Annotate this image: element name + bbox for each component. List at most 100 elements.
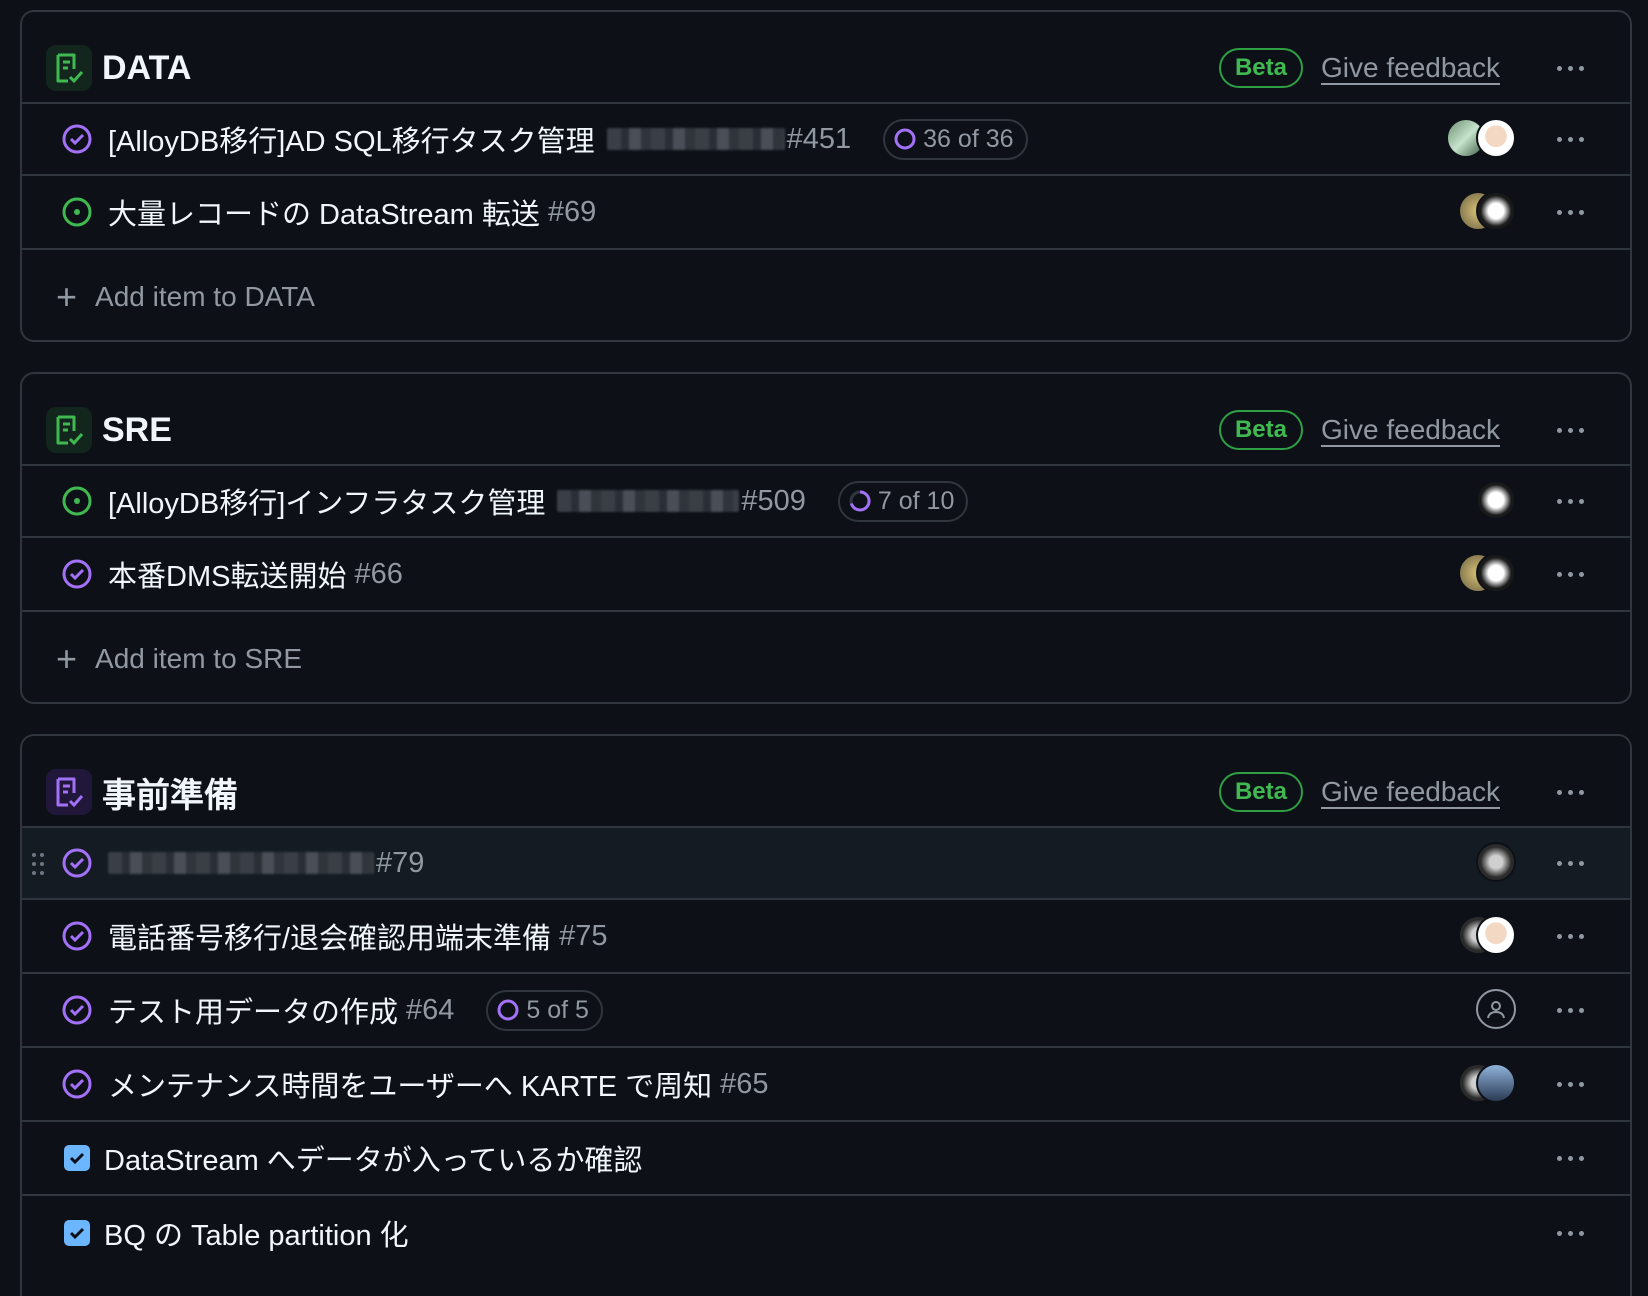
unassigned-person-icon <box>1476 989 1516 1029</box>
avatar <box>1476 915 1516 955</box>
progress-text: 36 of 36 <box>923 124 1014 153</box>
assignee-avatars[interactable] <box>1446 480 1516 522</box>
issue-number: #66 <box>354 557 403 590</box>
task-row[interactable]: メンテナンス時間をユーザーへ KARTE で周知 #65 <box>22 1048 1630 1122</box>
give-feedback-link[interactable]: Give feedback <box>1321 52 1500 84</box>
progress-text: 7 of 10 <box>877 486 955 515</box>
assignee-avatars[interactable] <box>1446 989 1516 1031</box>
redacted-text <box>606 128 785 150</box>
beta-badge: Beta <box>1218 48 1303 88</box>
add-item-label: Add item to SRE <box>95 643 303 674</box>
progress-pill: 36 of 36 <box>883 118 1028 160</box>
open-issue-icon <box>60 484 94 518</box>
assignee-avatars[interactable] <box>1446 118 1516 160</box>
avatar <box>1476 118 1516 158</box>
task-title[interactable]: 大量レコードの DataStream 転送 <box>108 191 540 233</box>
issue-number: #75 <box>559 919 608 952</box>
give-feedback-link[interactable]: Give feedback <box>1321 776 1500 808</box>
assignee-avatars[interactable] <box>1446 191 1516 233</box>
assignee-avatars[interactable] <box>1446 842 1516 884</box>
avatar <box>1476 480 1516 520</box>
drag-handle-icon[interactable] <box>32 853 44 877</box>
tasklist-sre: SRE Beta Give feedback [AlloyDB移行]インフラタス… <box>20 372 1632 704</box>
checkbox-checked-icon[interactable] <box>64 1220 90 1246</box>
more-options-icon[interactable] <box>1540 1138 1600 1178</box>
progress-text: 5 of 5 <box>526 995 589 1024</box>
more-options-icon[interactable] <box>1540 916 1600 956</box>
task-title[interactable]: BQ の Table partition 化 <box>104 1212 409 1254</box>
checkbox-checked-icon[interactable] <box>64 1145 90 1171</box>
redacted-text <box>108 852 374 874</box>
progress-pill: 5 of 5 <box>486 989 603 1031</box>
beta-badge: Beta <box>1218 772 1303 812</box>
beta-badge: Beta <box>1218 410 1303 450</box>
more-options-icon[interactable] <box>1540 481 1600 521</box>
avatar <box>1476 842 1516 882</box>
tasklist-icon <box>46 45 92 91</box>
task-row[interactable]: BQ の Table partition 化 <box>22 1196 1630 1270</box>
tasklist-icon <box>46 407 92 453</box>
tasklist-preparation: 事前準備 Beta Give feedback #79 電話番号移行/退会確認用… <box>20 734 1632 1296</box>
task-row[interactable]: DataStream へデータが入っているか確認 <box>22 1122 1630 1196</box>
task-title[interactable]: 電話番号移行/退会確認用端末準備 <box>108 915 551 957</box>
tasklist-title: 事前準備 <box>102 776 238 815</box>
redacted-text <box>557 490 740 512</box>
add-item-label: Add item to DATA <box>95 281 315 312</box>
progress-complete-icon <box>497 999 519 1021</box>
more-options-icon[interactable] <box>1540 1064 1600 1104</box>
task-row[interactable]: #79 <box>22 826 1630 900</box>
task-row[interactable]: テスト用データの作成 #64 5 of 5 <box>22 974 1630 1048</box>
issue-number: #509 <box>741 484 806 517</box>
closed-issue-icon <box>60 1067 94 1101</box>
add-item-button[interactable]: + Add item to DATA <box>22 250 1630 344</box>
avatar <box>1476 191 1516 231</box>
task-title[interactable]: メンテナンス時間をユーザーへ KARTE で周知 <box>108 1063 712 1105</box>
tasklist-title: DATA <box>102 48 192 87</box>
more-options-icon[interactable] <box>1540 410 1600 450</box>
more-options-icon[interactable] <box>1540 48 1600 88</box>
tasklist-title: SRE <box>102 410 172 449</box>
issue-number: #65 <box>720 1067 769 1100</box>
plus-icon: + <box>56 638 78 679</box>
more-options-icon[interactable] <box>1540 772 1600 812</box>
assignee-avatars[interactable] <box>1446 553 1516 595</box>
plus-icon: + <box>56 276 78 317</box>
add-item-button[interactable]: + Add item to SRE <box>22 612 1630 706</box>
avatar <box>1476 553 1516 593</box>
tasklist-icon <box>46 769 92 815</box>
task-title[interactable]: 本番DMS転送開始 <box>108 553 346 595</box>
closed-issue-icon <box>60 122 94 156</box>
issue-number: #69 <box>547 195 597 228</box>
task-title[interactable]: DataStream へデータが入っているか確認 <box>104 1137 642 1179</box>
task-row[interactable]: 大量レコードの DataStream 転送 #69 <box>22 176 1630 250</box>
closed-issue-icon <box>60 993 94 1027</box>
closed-issue-icon <box>60 557 94 591</box>
closed-issue-icon <box>60 846 94 880</box>
tasklist-data: DATA Beta Give feedback [AlloyDB移行]AD SQ… <box>20 10 1632 342</box>
task-row[interactable]: [AlloyDB移行]AD SQL移行タスク管理 #451 36 of 36 <box>22 102 1630 176</box>
progress-partial-icon <box>849 490 871 512</box>
progress-complete-icon <box>894 128 916 150</box>
more-options-icon[interactable] <box>1540 843 1600 883</box>
task-row[interactable]: 電話番号移行/退会確認用端末準備 #75 <box>22 900 1630 974</box>
give-feedback-link[interactable]: Give feedback <box>1321 414 1500 446</box>
issue-number: #79 <box>376 846 425 879</box>
task-row[interactable]: [AlloyDB移行]インフラタスク管理 #509 7 of 10 <box>22 464 1630 538</box>
task-title[interactable]: [AlloyDB移行]AD SQL移行タスク管理 <box>108 118 595 160</box>
assignee-avatars[interactable] <box>1446 915 1516 957</box>
more-options-icon[interactable] <box>1540 554 1600 594</box>
more-options-icon[interactable] <box>1540 990 1600 1030</box>
task-title[interactable]: [AlloyDB移行]インフラタスク管理 <box>108 480 545 522</box>
more-options-icon[interactable] <box>1540 1213 1600 1253</box>
progress-pill: 7 of 10 <box>837 480 969 522</box>
tasklist-page: DATA Beta Give feedback [AlloyDB移行]AD SQ… <box>0 0 1648 1296</box>
more-options-icon[interactable] <box>1540 192 1600 232</box>
more-options-icon[interactable] <box>1540 119 1600 159</box>
issue-number: #451 <box>786 122 852 155</box>
assignee-avatars[interactable] <box>1446 1063 1516 1105</box>
avatar <box>1476 1063 1516 1103</box>
task-row[interactable]: 本番DMS転送開始 #66 <box>22 538 1630 612</box>
task-title[interactable]: テスト用データの作成 <box>108 989 398 1031</box>
issue-number: #64 <box>406 993 455 1026</box>
open-issue-icon <box>60 195 94 229</box>
